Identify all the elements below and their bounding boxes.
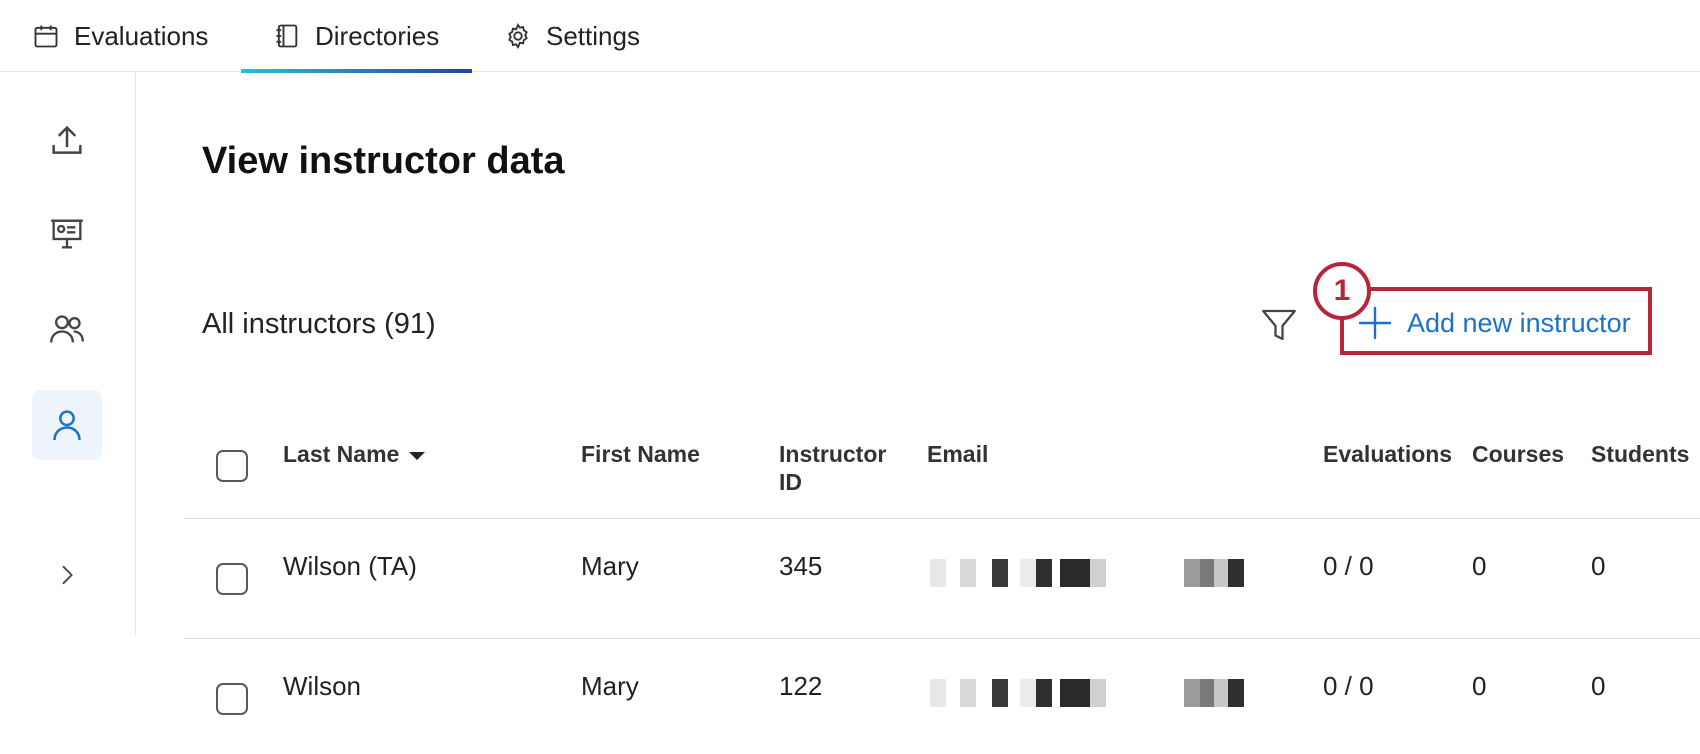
column-header-students[interactable]: Students [1591,440,1689,468]
cell-last-name: Wilson (TA) [283,551,417,581]
plus-icon [1358,306,1392,340]
people-icon [50,315,84,343]
column-header-last-name[interactable]: Last Name [283,440,426,468]
upload-icon [52,125,82,154]
cell-first-name: Mary [581,671,639,701]
cell-courses: 0 [1472,671,1487,701]
sidebar-item-upload[interactable] [32,106,102,176]
filter-button[interactable] [1258,304,1300,346]
cell-email-redacted [930,559,1262,587]
cell-first-name: Mary [581,551,639,581]
column-header-email[interactable]: Email [927,440,988,468]
sidebar-expand-button[interactable] [32,540,102,610]
left-sidebar [0,72,136,635]
tab-directories-label: Directories [315,20,440,51]
sidebar-item-courses[interactable] [32,199,102,269]
top-navigation: Evaluations Directories Settings [0,0,1700,73]
add-new-instructor-label: Add new instructor [1407,307,1631,338]
cell-students: 0 [1591,671,1606,701]
row-divider [184,638,1700,639]
column-header-instructor-id[interactable]: Instructor ID [779,440,886,496]
cell-last-name: Wilson [283,671,362,701]
sidebar-item-people[interactable] [32,294,102,364]
calendar-icon [32,22,60,50]
row-checkbox[interactable] [216,563,248,595]
tab-directories[interactable]: Directories [241,0,472,73]
cell-evaluations: 0 / 0 [1323,671,1374,701]
tab-settings-label: Settings [546,20,640,51]
page-title: View instructor data [202,140,565,182]
cell-email-redacted [930,679,1262,707]
column-header-first-name[interactable]: First Name [581,440,700,468]
course-presentation-icon [51,219,83,249]
active-tab-indicator [241,69,472,73]
tab-settings[interactable]: Settings [504,0,640,72]
person-icon [53,410,81,441]
header-divider [184,518,1700,519]
sidebar-item-instructors[interactable] [32,390,102,460]
tab-evaluations-label: Evaluations [74,20,209,51]
row-checkbox[interactable] [216,683,248,715]
cell-instructor-id: 345 [779,551,823,581]
instructor-count: All instructors (91) [202,308,436,340]
chevron-right-icon [62,565,73,585]
notebook-icon [273,22,301,50]
tab-evaluations[interactable]: Evaluations [32,0,208,72]
select-all-checkbox[interactable] [216,450,248,482]
filter-icon [1262,309,1296,341]
cell-instructor-id: 122 [779,671,823,701]
cell-evaluations: 0 / 0 [1323,551,1374,581]
column-header-courses[interactable]: Courses [1472,440,1564,468]
sort-descending-icon [409,451,426,460]
gear-icon [504,22,532,50]
cell-students: 0 [1591,551,1606,581]
column-header-evaluations[interactable]: Evaluations [1323,440,1452,468]
cell-courses: 0 [1472,551,1487,581]
add-new-instructor-button[interactable]: Add new instructor [1357,303,1631,343]
